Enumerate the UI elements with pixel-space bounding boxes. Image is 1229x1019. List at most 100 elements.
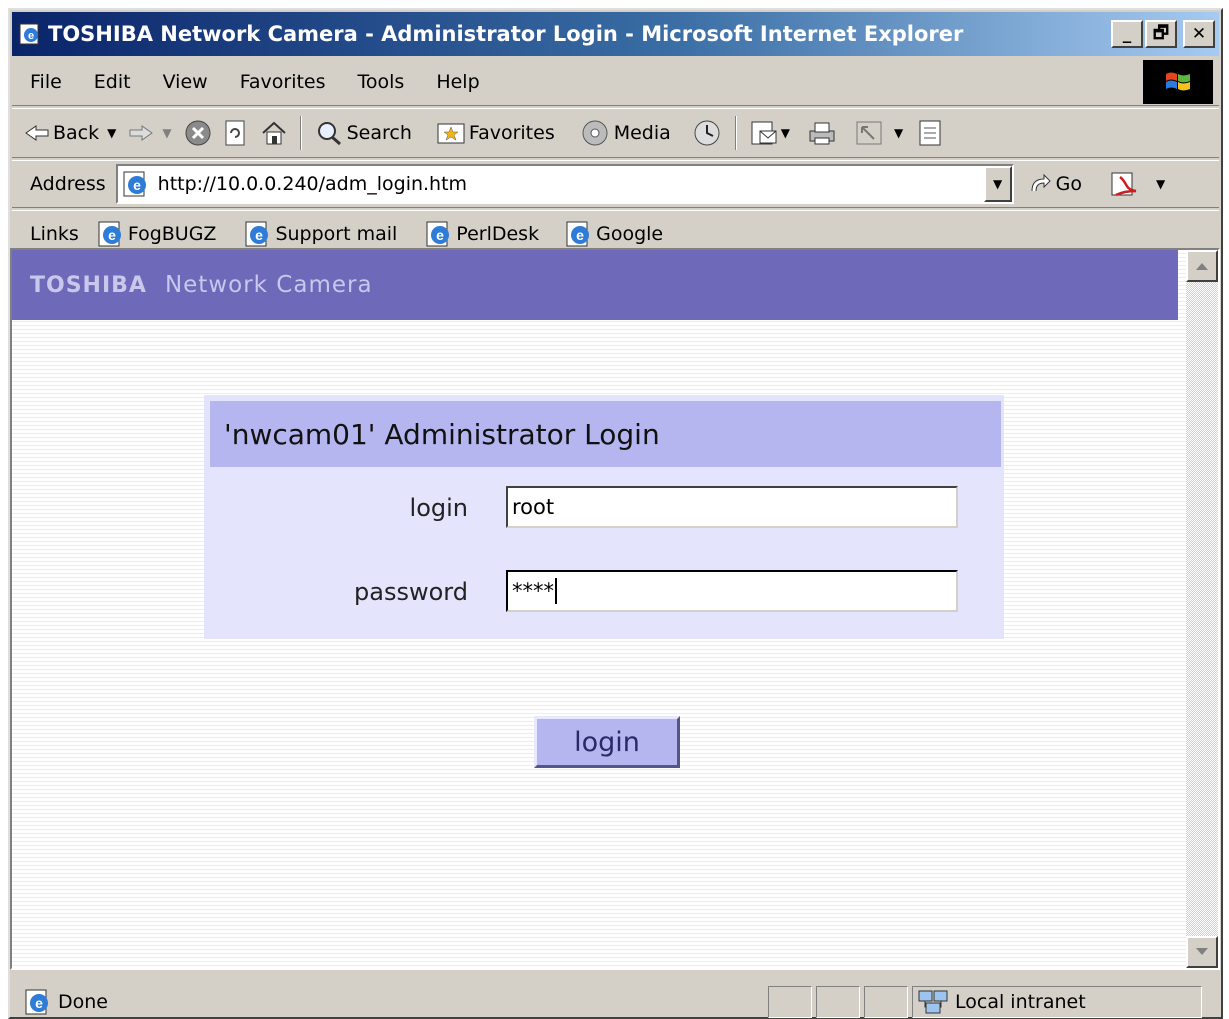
address-bar: Address e http://10.0.0.240/adm_login.ht… — [12, 160, 1219, 208]
media-button[interactable]: Media — [581, 119, 671, 147]
forward-arrow-icon — [129, 125, 154, 141]
vertical-scrollbar[interactable] — [1186, 250, 1218, 968]
svg-text:e: e — [28, 30, 34, 42]
menu-edit[interactable]: Edit — [78, 71, 147, 93]
status-panel — [768, 985, 812, 1018]
product-name: Network Camera — [164, 272, 373, 298]
ie-page-icon: e — [98, 221, 121, 246]
ie-page-icon: e — [245, 221, 269, 246]
toolbar-separator — [734, 116, 737, 150]
refresh-icon — [225, 120, 245, 146]
edit-button[interactable]: ▼ — [854, 119, 903, 147]
links-label: Links — [30, 222, 79, 245]
password-input[interactable]: **** — [506, 570, 958, 612]
status-main: e Done — [24, 988, 764, 1016]
chevron-down-icon[interactable]: ▼ — [1156, 177, 1165, 191]
menu-help[interactable]: Help — [420, 71, 495, 93]
login-button[interactable]: login — [534, 716, 680, 768]
chevron-up-icon — [1196, 263, 1208, 270]
print-icon — [809, 122, 835, 145]
back-arrow-icon — [25, 125, 49, 141]
chevron-down-icon[interactable]: ▼ — [781, 126, 790, 140]
status-panel — [816, 985, 860, 1018]
text-caret — [555, 578, 557, 604]
go-label: Go — [1055, 173, 1083, 195]
go-button[interactable]: Go — [1026, 171, 1082, 197]
address-dropdown-button[interactable]: ▼ — [983, 166, 1012, 202]
media-label: Media — [613, 122, 671, 144]
close-button[interactable]: ✕ — [1183, 20, 1215, 48]
ie-page-icon: e — [25, 989, 48, 1014]
ie-page-icon: e — [19, 23, 39, 45]
search-label: Search — [346, 122, 412, 144]
stop-icon — [185, 120, 211, 146]
address-label: Address — [30, 173, 106, 195]
forward-button[interactable]: ▼ — [128, 123, 172, 143]
chevron-down-icon[interactable]: ▼ — [162, 126, 171, 140]
window-controls: _ 🗗 ✕ — [1111, 20, 1215, 48]
minimize-button[interactable]: _ — [1111, 20, 1143, 48]
ie-page-icon: e — [426, 221, 450, 246]
svg-text:e: e — [35, 995, 43, 1011]
menu-bar: File Edit View Favorites Tools Help — [12, 58, 1219, 106]
refresh-button[interactable] — [224, 119, 248, 147]
favorites-label: Favorites — [468, 122, 555, 144]
history-icon — [694, 120, 720, 146]
link-label: FogBUGZ — [127, 222, 217, 245]
svg-text:e: e — [436, 227, 444, 243]
restore-icon: 🗗 — [1153, 22, 1169, 43]
link-label: PerlDesk — [456, 222, 540, 245]
svg-text:e: e — [108, 227, 116, 243]
menu-view[interactable]: View — [147, 71, 224, 93]
login-input[interactable]: root — [506, 486, 958, 528]
minimize-icon: _ — [1122, 24, 1132, 44]
menu-tools[interactable]: Tools — [342, 71, 421, 93]
menu-file[interactable]: File — [12, 71, 78, 93]
edit-icon — [856, 121, 882, 145]
favorites-icon — [437, 123, 465, 144]
search-icon — [317, 122, 341, 146]
address-url: http://10.0.0.240/adm_login.htm — [157, 173, 468, 195]
status-text: Done — [58, 990, 108, 1013]
acrobat-icon — [1111, 172, 1137, 197]
search-button[interactable]: Search — [314, 119, 412, 147]
history-button[interactable] — [691, 119, 723, 147]
link-google[interactable]: e Google — [565, 220, 663, 248]
security-zone: Local intranet — [912, 985, 1202, 1018]
status-panel — [864, 985, 908, 1018]
link-label: Support mail — [275, 222, 398, 245]
brand-logo: TOSHIBA — [30, 272, 147, 298]
login-value: root — [512, 495, 555, 519]
chevron-down-icon: ▼ — [993, 177, 1003, 191]
chevron-down-icon[interactable]: ▼ — [894, 126, 903, 140]
link-perldesk[interactable]: e PerlDesk — [425, 220, 539, 248]
login-label: login — [409, 494, 468, 522]
link-support-mail[interactable]: e Support mail — [244, 220, 397, 248]
mail-icon — [751, 121, 777, 145]
media-icon — [582, 120, 608, 146]
ie-page-icon: e — [123, 171, 146, 197]
window-title: TOSHIBA Network Camera - Administrator L… — [48, 22, 964, 46]
scroll-down-button[interactable] — [1186, 936, 1218, 968]
discuss-button[interactable] — [917, 118, 943, 148]
svg-text:e: e — [133, 177, 141, 193]
acrobat-button[interactable]: ▼ — [1110, 169, 1165, 199]
home-button[interactable] — [260, 120, 288, 146]
print-button[interactable] — [806, 119, 838, 147]
chevron-down-icon[interactable]: ▼ — [107, 126, 116, 140]
svg-text:e: e — [576, 227, 584, 243]
maximize-button[interactable]: 🗗 — [1145, 20, 1177, 48]
zone-label: Local intranet — [955, 990, 1086, 1013]
back-button[interactable]: Back ▼ — [24, 122, 116, 144]
password-value: **** — [512, 579, 554, 603]
address-input[interactable]: e http://10.0.0.240/adm_login.htm ▼ — [115, 164, 1014, 204]
scroll-up-button[interactable] — [1186, 250, 1218, 282]
link-fogbugz[interactable]: e FogBUGZ — [97, 220, 217, 248]
menu-favorites[interactable]: Favorites — [224, 71, 342, 93]
page-content: TOSHIBA Network Camera 'nwcam01' Adminis… — [10, 248, 1220, 970]
mail-button[interactable]: ▼ — [749, 119, 790, 147]
favorites-button[interactable]: Favorites — [436, 120, 555, 146]
page-banner: TOSHIBA Network Camera — [12, 250, 1178, 320]
local-intranet-icon — [918, 990, 948, 1013]
stop-button[interactable] — [184, 119, 212, 147]
